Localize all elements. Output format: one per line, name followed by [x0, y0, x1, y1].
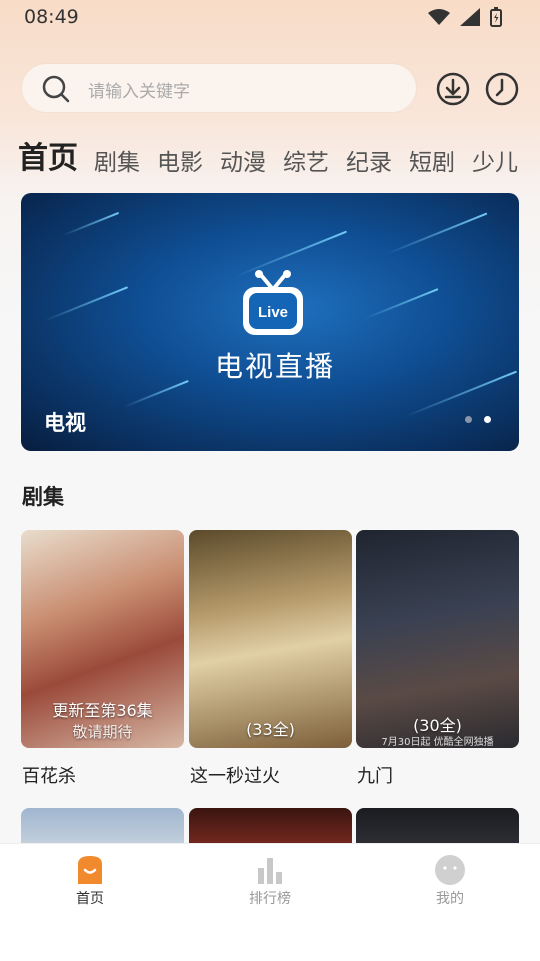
status-time: 08:49 — [24, 6, 79, 28]
tab-kids[interactable]: 少儿 — [472, 143, 518, 177]
category-tabs: 首页 剧集 电影 动漫 综艺 纪录 短剧 少儿 — [18, 133, 535, 176]
section-title: 剧集 — [22, 485, 64, 509]
banner-streak — [62, 211, 120, 237]
episode-badge: (33全) — [246, 720, 295, 739]
live-tv-icon: Live — [243, 270, 303, 335]
history-icon[interactable] — [485, 72, 519, 106]
home-icon — [78, 856, 102, 884]
signal-icon — [460, 8, 480, 26]
poster-caption: 7月30日起 优酷全网独播 — [381, 737, 494, 748]
card-title[interactable]: 九门 — [357, 762, 393, 788]
status-icons — [428, 7, 502, 27]
carousel-indicator — [465, 416, 491, 423]
banner-streak — [43, 286, 129, 322]
banner-streak — [404, 370, 518, 418]
nav-ranking[interactable]: 排行榜 — [210, 854, 330, 908]
tab-documentary[interactable]: 纪录 — [346, 143, 392, 177]
nav-label: 排行榜 — [249, 891, 291, 907]
poster-card[interactable]: 更新至第36集 敬请期待 — [21, 530, 184, 748]
status-bar: 08:49 — [0, 0, 540, 34]
tab-movies[interactable]: 电影 — [157, 143, 203, 177]
search-placeholder: 请输入关键字 — [88, 82, 190, 102]
card-title[interactable]: 这一秒过火 — [190, 762, 280, 788]
tab-variety[interactable]: 综艺 — [283, 143, 329, 177]
banner-caption: 电视 — [44, 411, 86, 435]
banner-title: 电视直播 — [215, 350, 336, 383]
nav-label: 首页 — [76, 891, 104, 907]
poster-card[interactable]: (30全) 7月30日起 优酷全网独播 — [356, 530, 519, 748]
profile-icon — [435, 855, 465, 885]
nav-profile[interactable]: 我的 — [390, 854, 510, 908]
carousel-dot-active[interactable] — [484, 416, 491, 423]
tab-anime[interactable]: 动漫 — [220, 143, 266, 177]
carousel-dot[interactable] — [465, 416, 472, 423]
poster-card[interactable] — [189, 808, 352, 848]
search-icon — [42, 75, 70, 103]
poster-card[interactable] — [21, 808, 184, 848]
ranking-icon — [258, 858, 282, 884]
battery-icon — [490, 7, 502, 27]
live-label: Live — [258, 304, 288, 321]
banner-streak — [363, 288, 439, 320]
tab-series[interactable]: 剧集 — [94, 143, 140, 177]
tab-short-drama[interactable]: 短剧 — [409, 143, 455, 177]
banner-streak — [384, 212, 488, 256]
poster-card[interactable] — [356, 808, 519, 848]
wifi-icon — [428, 9, 450, 25]
banner-streak — [123, 379, 189, 409]
card-title[interactable]: 百花杀 — [22, 762, 76, 788]
download-icon[interactable] — [436, 72, 470, 106]
bottom-nav: 首页 排行榜 我的 — [0, 843, 540, 961]
banner-carousel[interactable]: Live 电视直播 电视 — [21, 193, 519, 451]
nav-home[interactable]: 首页 — [30, 854, 150, 908]
nav-label: 我的 — [436, 891, 464, 907]
tab-home[interactable]: 首页 — [18, 133, 78, 177]
episode-badge: 更新至第36集 敬请期待 — [52, 701, 153, 741]
poster-card[interactable]: (33全) — [189, 530, 352, 748]
search-bar[interactable]: 请输入关键字 — [22, 64, 416, 112]
